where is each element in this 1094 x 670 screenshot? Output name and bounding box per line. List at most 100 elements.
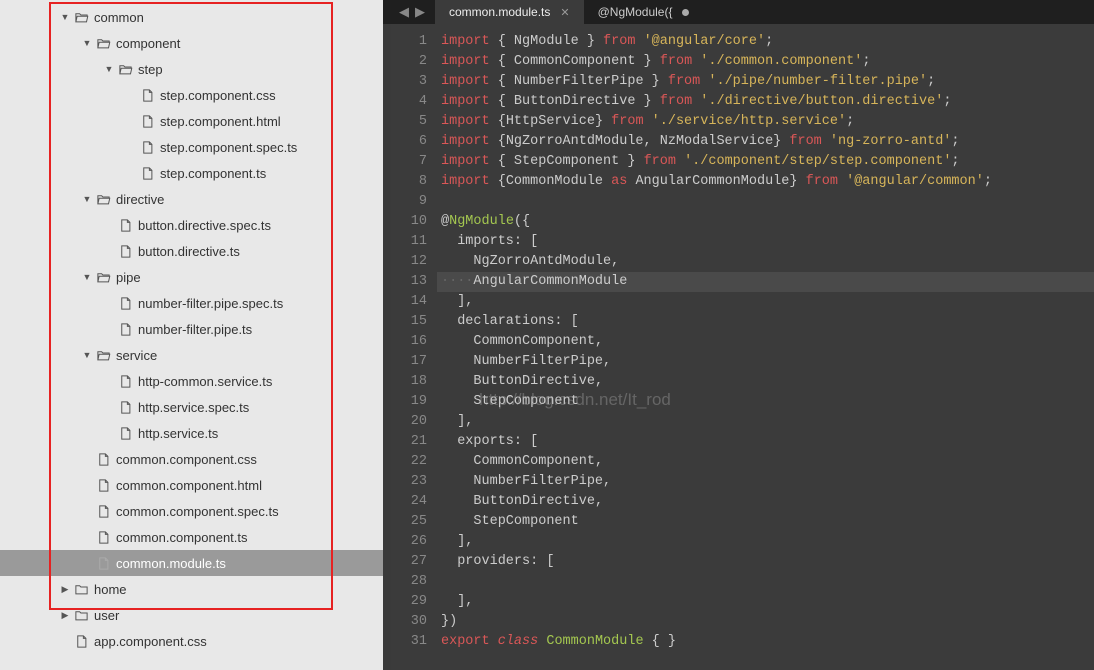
file-icon: [72, 634, 90, 649]
code-line[interactable]: export class CommonModule { }: [437, 632, 1094, 652]
code-line[interactable]: import { NgModule } from '@angular/core'…: [437, 32, 1094, 52]
code-line[interactable]: ButtonDirective,: [437, 372, 1094, 392]
chevron-down-icon[interactable]: ▼: [80, 272, 94, 282]
code-line[interactable]: StepComponent: [437, 392, 1094, 412]
dirty-indicator-icon: [682, 9, 689, 16]
tree-row[interactable]: ▼button.directive.spec.ts: [0, 212, 383, 238]
file-explorer[interactable]: ▼common▼component▼step▼step.component.cs…: [0, 0, 383, 670]
tree-row[interactable]: ▼number-filter.pipe.spec.ts: [0, 290, 383, 316]
line-number: 7: [391, 152, 427, 172]
tree-row[interactable]: ▼number-filter.pipe.ts: [0, 316, 383, 342]
tree-row[interactable]: ▼component: [0, 30, 383, 56]
tree-row[interactable]: ▶ home: [0, 576, 383, 602]
scroll-gutter[interactable]: [383, 24, 391, 670]
tree-label: number-filter.pipe.ts: [138, 322, 252, 337]
code-line[interactable]: providers: [: [437, 552, 1094, 572]
code-line[interactable]: ····AngularCommonModule: [437, 272, 1094, 292]
tree-label: step.component.spec.ts: [160, 140, 297, 155]
code-line[interactable]: NgZorroAntdModule,: [437, 252, 1094, 272]
code-line[interactable]: ButtonDirective,: [437, 492, 1094, 512]
code-line[interactable]: ],: [437, 412, 1094, 432]
tree-row[interactable]: ▼step: [0, 56, 383, 82]
tree-row[interactable]: ▼common: [0, 4, 383, 30]
editor-tab[interactable]: common.module.ts ✕: [435, 0, 584, 24]
code-line[interactable]: import {HttpService} from './service/htt…: [437, 112, 1094, 132]
tree-row[interactable]: ▼button.directive.ts: [0, 238, 383, 264]
file-icon: [94, 504, 112, 519]
tree-row[interactable]: ▼common.component.ts: [0, 524, 383, 550]
folder-open-icon: [94, 192, 112, 207]
tree-row[interactable]: ▼http.service.ts: [0, 420, 383, 446]
nav-arrows[interactable]: ◀ ▶: [389, 0, 435, 24]
tree-row[interactable]: ▼common.component.spec.ts: [0, 498, 383, 524]
code-line[interactable]: CommonComponent,: [437, 452, 1094, 472]
tree-label: button.directive.spec.ts: [138, 218, 271, 233]
tree-row[interactable]: ▼step.component.spec.ts: [0, 134, 383, 160]
code-line[interactable]: import { StepComponent } from './compone…: [437, 152, 1094, 172]
code-line[interactable]: ],: [437, 592, 1094, 612]
code-line[interactable]: import { CommonComponent } from './commo…: [437, 52, 1094, 72]
file-icon: [116, 296, 134, 311]
file-icon: [116, 426, 134, 441]
tree-label: home: [94, 582, 127, 597]
chevron-down-icon[interactable]: ▼: [58, 12, 72, 22]
tree-row[interactable]: ▼directive: [0, 186, 383, 212]
code-line[interactable]: CommonComponent,: [437, 332, 1094, 352]
tree-label: service: [116, 348, 157, 363]
chevron-down-icon[interactable]: ▼: [80, 38, 94, 48]
line-number: 22: [391, 452, 427, 472]
code-line[interactable]: imports: [: [437, 232, 1094, 252]
code-line[interactable]: exports: [: [437, 432, 1094, 452]
line-number: 13: [391, 272, 427, 292]
chevron-down-icon[interactable]: ▼: [80, 350, 94, 360]
tree-row[interactable]: ▶user: [0, 602, 383, 628]
tree-row[interactable]: ▼step.component.html: [0, 108, 383, 134]
tree-label: button.directive.ts: [138, 244, 240, 259]
tree-row[interactable]: ▼http-common.service.ts: [0, 368, 383, 394]
tree-label: http-common.service.ts: [138, 374, 272, 389]
line-number: 21: [391, 432, 427, 452]
chevron-right-icon[interactable]: ▶: [58, 610, 72, 621]
tree-label: step.component.css: [160, 88, 276, 103]
nav-back-icon[interactable]: ◀: [399, 4, 409, 20]
tree-row[interactable]: ▼ service: [0, 342, 383, 368]
tree-row[interactable]: ▼common.component.html: [0, 472, 383, 498]
nav-forward-icon[interactable]: ▶: [415, 4, 425, 20]
editor-tab[interactable]: @NgModule({: [584, 0, 704, 24]
file-icon: [94, 530, 112, 545]
tree-row[interactable]: ▼pipe: [0, 264, 383, 290]
code-line[interactable]: ],: [437, 532, 1094, 552]
tree-row[interactable]: ▼common.component.css: [0, 446, 383, 472]
tree-label: common.component.spec.ts: [116, 504, 279, 519]
tree-row[interactable]: ▼step.component.ts: [0, 160, 383, 186]
tab-label: common.module.ts: [449, 5, 550, 19]
folder-open-icon: [116, 62, 134, 77]
code-line[interactable]: [437, 192, 1094, 212]
code-line[interactable]: @NgModule({: [437, 212, 1094, 232]
code-line[interactable]: NumberFilterPipe,: [437, 472, 1094, 492]
file-icon: [94, 478, 112, 493]
code-area[interactable]: 1234567891011121314151617181920212223242…: [391, 24, 1094, 670]
line-number: 10: [391, 212, 427, 232]
tree-row[interactable]: ▼http.service.spec.ts: [0, 394, 383, 420]
code-line[interactable]: import {NgZorroAntdModule, NzModalServic…: [437, 132, 1094, 152]
tree-row[interactable]: ▼common.module.ts: [0, 550, 383, 576]
tree-row[interactable]: ▼app.component.css: [0, 628, 383, 654]
file-icon: [138, 166, 156, 181]
chevron-down-icon[interactable]: ▼: [80, 194, 94, 204]
tree-row[interactable]: ▼step.component.css: [0, 82, 383, 108]
line-gutter: 1234567891011121314151617181920212223242…: [391, 32, 437, 670]
chevron-right-icon[interactable]: ▶: [58, 584, 72, 595]
code-line[interactable]: declarations: [: [437, 312, 1094, 332]
close-icon[interactable]: ✕: [560, 6, 569, 19]
code-line[interactable]: import { NumberFilterPipe } from './pipe…: [437, 72, 1094, 92]
code-line[interactable]: [437, 572, 1094, 592]
code-line[interactable]: import { ButtonDirective } from './direc…: [437, 92, 1094, 112]
folder-icon: [72, 582, 90, 597]
code-line[interactable]: }): [437, 612, 1094, 632]
code-line[interactable]: ],: [437, 292, 1094, 312]
code-line[interactable]: import {CommonModule as AngularCommonMod…: [437, 172, 1094, 192]
chevron-down-icon[interactable]: ▼: [102, 64, 116, 74]
code-line[interactable]: NumberFilterPipe,: [437, 352, 1094, 372]
code-line[interactable]: StepComponent: [437, 512, 1094, 532]
